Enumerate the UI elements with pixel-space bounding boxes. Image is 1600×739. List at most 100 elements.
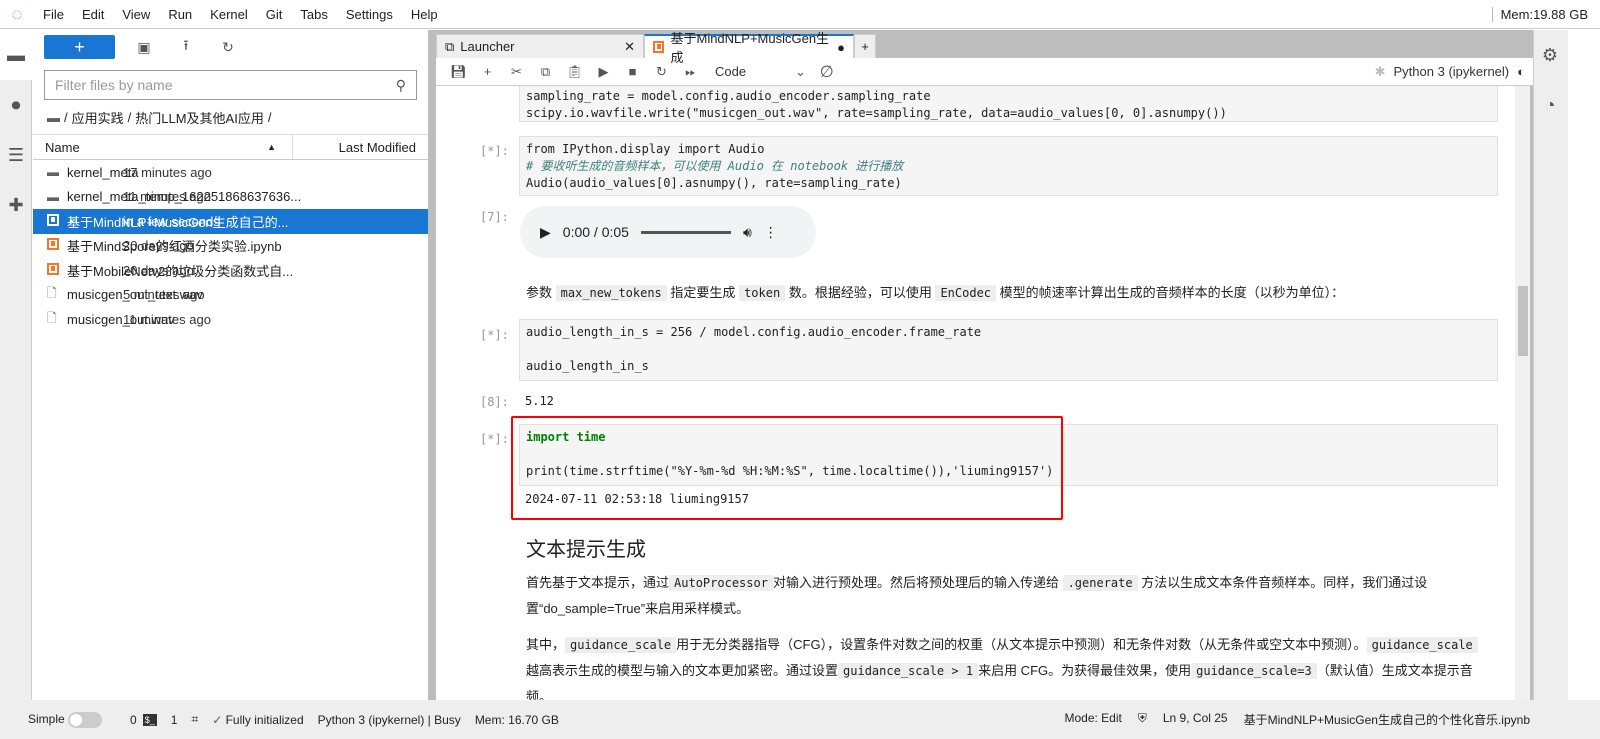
insert-cell-icon[interactable]: + [473,64,502,79]
name-header-label: Name [45,139,80,155]
menubar: ◌ File Edit View Run Kernel Git Tabs Set… [0,0,1600,29]
file-modified: 5 minutes ago [123,287,205,303]
main-area: ⧉ Launcher ✕ 基于MindNLP+MusicGen生成 ● + 💾︎… [436,30,1533,700]
file-row[interactable]: • 基于MindNLP+MusicGen生成自己的... in a few seco… [33,209,428,234]
property-inspector-icon[interactable]: ⚙ [1534,30,1566,80]
refresh-icon[interactable]: ↻ [207,39,249,56]
file-row[interactable]: 基于MobileNetv2的垃圾分类函数式自... 20 days ago [33,258,428,283]
home-folder-icon[interactable]: ▬ [47,110,60,125]
code-line: sampling_rate = model.config.audio_encod… [526,89,931,103]
file-row[interactable]: 基于MindSpore的红酒分类实验.ipynb 20 days ago [33,234,428,259]
simple-label: Simple [28,711,65,726]
output-prompt: [7]: [480,210,509,224]
file-modified: 11 minutes ago [123,311,211,327]
new-tab-button[interactable]: + [854,34,876,58]
audio-player[interactable]: ▶ 0:00 / 0:05 🔊︎ ⋮ [520,206,816,258]
code-cell[interactable]: sampling_rate = model.config.audio_encod… [519,86,1498,122]
cell-type-select[interactable]: Code [705,64,795,79]
scrollbar-thumb[interactable] [1518,286,1528,356]
toggle-switch[interactable] [68,711,103,728]
audio-time: 0:00 / 0:05 [562,224,629,240]
kernel-name[interactable]: Python 3 (ipykernel) [1394,64,1510,79]
trusted-icon[interactable]: ⛨ [1138,711,1147,728]
notebook-icon [47,213,67,229]
breadcrumb-sep: / [64,109,68,125]
terminal-count[interactable]: 0 [130,713,137,727]
git-icon[interactable]: ∅ [820,62,834,82]
name-column-header[interactable]: Name ▲ [33,135,293,159]
chevron-down-icon[interactable]: ⌄ [795,64,806,80]
menu-tabs[interactable]: Tabs [291,7,336,22]
file-row[interactable]: ▬ kernel_meta_temp_162251868637636... 11 m… [33,185,428,210]
inline-code: guidance_scale > 1 [838,663,979,679]
file-row[interactable]: 🗋︎ musicgen_out_text.wav 5 minutes ago [33,283,428,308]
kernel-status[interactable]: Python 3 (ipykernel) | Busy [318,713,461,727]
stop-icon[interactable]: ■ [618,64,647,79]
file-icon: 🗋︎ [47,286,57,301]
close-icon[interactable]: ✕ [624,39,635,55]
file-row[interactable]: ▬ kernel_meta 17 minutes ago [33,160,428,185]
menu-help[interactable]: Help [402,7,447,22]
lsp-status[interactable]: Fully initialized [226,713,304,727]
notebook-content: sampling_rate = model.config.audio_encod… [436,86,1515,700]
more-options-icon[interactable]: ⋮ [764,224,778,241]
save-icon[interactable]: 💾︎ [444,64,473,80]
menu-run[interactable]: Run [159,7,201,22]
notebook-icon [47,262,67,278]
volume-icon[interactable]: 🔊︎ [743,224,752,241]
upload-icon[interactable]: ⭱ [165,35,207,59]
simple-mode-toggle[interactable]: Simple [28,711,103,728]
menu-git[interactable]: Git [257,7,292,22]
folder-icon[interactable]: ▬ [0,30,32,80]
inline-code: AutoProcessor [669,575,773,591]
menu-kernel[interactable]: Kernel [201,7,257,22]
bug-icon[interactable]: ✱ [1375,64,1386,80]
file-icon: 🗋︎ [47,310,57,325]
modified-column-header[interactable]: Last Modified [293,140,428,155]
kernel-count[interactable]: 1 [171,713,178,727]
file-modified: 11 minutes ago [123,189,211,205]
text: 模型的帧速率计算出生成的音频样本的长度（以秒为单位）： [999,285,1345,300]
search-icon: ⚲ [395,76,406,93]
code-cell[interactable]: audio_length_in_s = 256 / model.config.a… [519,319,1498,381]
copy-icon[interactable]: ⧉ [531,64,560,80]
unsaved-dot-icon[interactable]: ● [837,40,845,55]
menu-edit[interactable]: Edit [73,7,113,22]
code-cell[interactable]: from IPython.display import Audio # 要收听生… [519,136,1498,196]
cut-icon[interactable]: ✂ [502,64,531,80]
toc-icon[interactable]: ☰ [0,130,32,180]
text: 其中， [526,637,566,652]
paste-icon[interactable]: 📋︎ [560,64,589,80]
file-modified: 20 days ago [123,238,194,254]
file-name: musicgen_out.wav [67,311,175,327]
cell-output: 5.12 [525,394,554,408]
cursor-position[interactable]: Ln 9, Col 25 [1163,711,1228,728]
run-icon[interactable]: ▶ [589,64,618,80]
restart-icon[interactable]: ↻ [647,64,676,80]
new-launcher-button[interactable]: + [44,35,115,59]
inline-code: EnCodec [935,285,997,301]
fast-forward-icon[interactable]: ⏩︎ [676,64,705,80]
extension-icon[interactable]: ✚ [0,180,32,230]
audio-progress-slider[interactable] [640,230,731,234]
markdown-paragraph: 其中， guidance_scale 用于无分类器指导（CFG），设置条件对数之间的… [526,632,1486,700]
play-icon[interactable]: ▶ [540,224,551,241]
menu-view[interactable]: View [113,7,159,22]
notebook-scrollbar[interactable] [1515,86,1530,700]
new-folder-icon[interactable]: ▣ [123,39,165,56]
file-row[interactable]: 🗋︎ musicgen_out.wav 11 minutes ago [33,307,428,332]
menu-settings[interactable]: Settings [337,7,402,22]
breadcrumb-item[interactable]: 热门LLM及其他AI应用 [135,108,264,127]
running-dot-icon: • [69,213,74,229]
tab-notebook[interactable]: 基于MindNLP+MusicGen生成 ● [644,31,854,65]
menu-file[interactable]: File [34,7,73,22]
breadcrumb-item[interactable]: 应用实践 [72,108,124,127]
folder-icon: ▬ [47,189,59,204]
text: 参数 [526,285,553,300]
filter-input[interactable]: Filter files by name ⚲ [44,70,417,100]
running-icon[interactable]: ⏺ [0,80,32,130]
right-sidebar: ⚙ ◔ [1533,30,1568,700]
panel-splitter[interactable] [428,30,436,700]
tab-launcher[interactable]: ⧉ Launcher ✕ [436,34,644,58]
resource-usage-icon[interactable]: ◔ [1534,80,1566,130]
